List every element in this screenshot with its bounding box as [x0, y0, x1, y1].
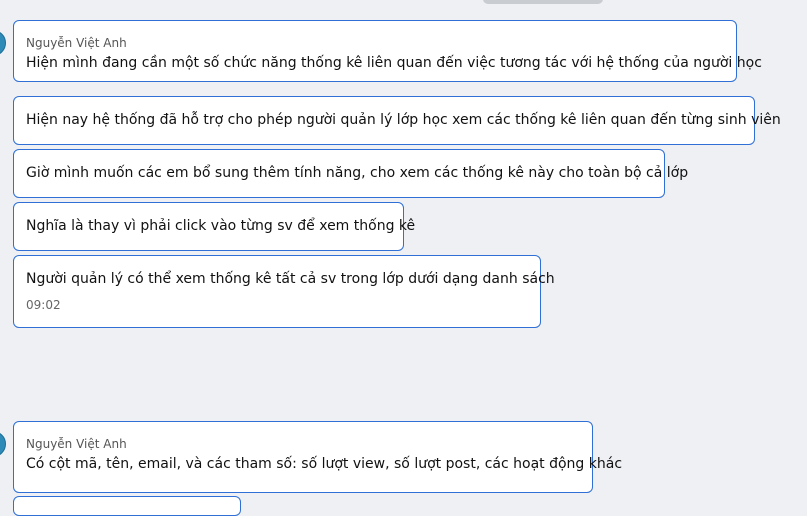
- sender-avatar[interactable]: [0, 431, 6, 457]
- date-divider-pill: [483, 0, 603, 4]
- message-text: Hiện mình đang cần một số chức năng thốn…: [26, 55, 762, 71]
- sender-avatar[interactable]: [0, 30, 6, 56]
- sender-name: Nguyễn Việt Anh: [26, 437, 127, 451]
- message-bubble[interactable]: Nguyễn Việt Anh Có cột mã, tên, email, v…: [13, 421, 623, 493]
- message-text: Có cột mã, tên, email, và các tham số: s…: [26, 456, 623, 472]
- message-bubble[interactable]: Hiện nay hệ thống đã hỗ trợ cho phép ngư…: [13, 96, 781, 145]
- message-bubble[interactable]: Giờ mình muốn các em bổ sung thêm tính n…: [13, 149, 689, 198]
- message-timestamp: 09:02: [26, 298, 61, 312]
- message-bubble[interactable]: Nghĩa là thay vì phải click vào từng sv …: [13, 202, 416, 251]
- message-text: Hiện nay hệ thống đã hỗ trợ cho phép ngư…: [26, 112, 781, 128]
- message-text: Người quản lý có thể xem thống kê tất cả…: [26, 271, 555, 287]
- message-bubble-partial[interactable]: [13, 496, 241, 516]
- message-bubble[interactable]: Người quản lý có thể xem thống kê tất cả…: [13, 255, 555, 328]
- message-text: Giờ mình muốn các em bổ sung thêm tính n…: [26, 165, 689, 181]
- message-text: Nghĩa là thay vì phải click vào từng sv …: [26, 218, 416, 234]
- sender-name: Nguyễn Việt Anh: [26, 36, 127, 50]
- message-bubble[interactable]: Nguyễn Việt Anh Hiện mình đang cần một s…: [13, 20, 762, 82]
